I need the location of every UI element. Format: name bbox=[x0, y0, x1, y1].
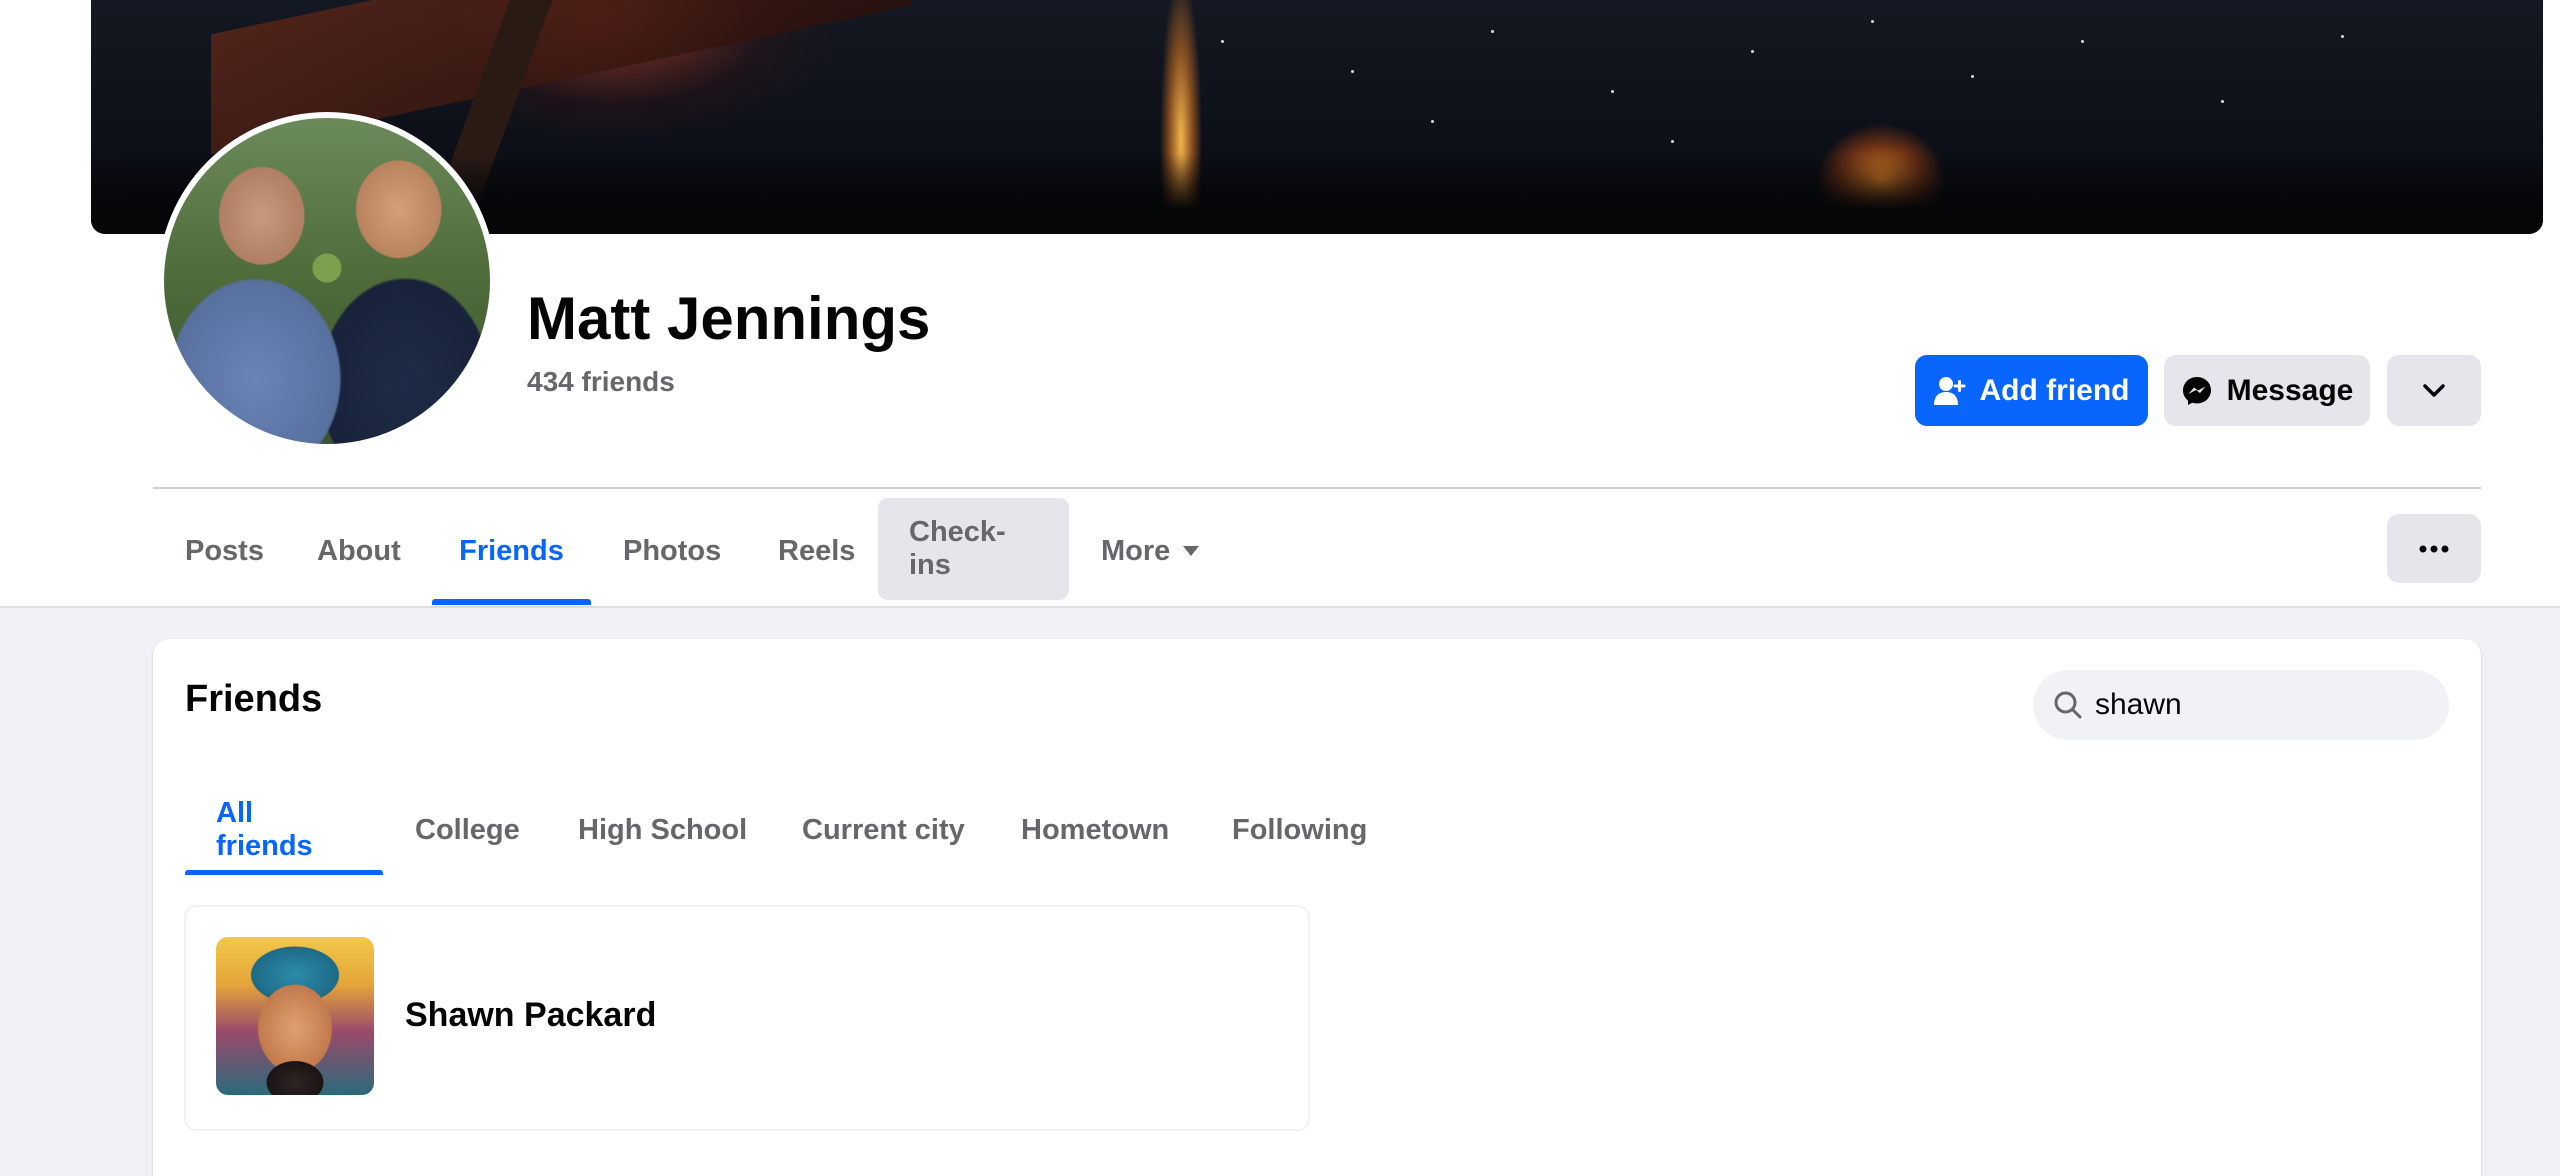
friend-avatar[interactable] bbox=[216, 937, 374, 1095]
cover-star bbox=[1971, 75, 1974, 78]
message-button[interactable]: Message bbox=[2164, 355, 2370, 426]
profile-page: Matt Jennings 434 friends Add friend Mes… bbox=[0, 0, 2560, 1176]
messenger-icon bbox=[2182, 376, 2211, 405]
cover-star bbox=[2341, 35, 2344, 38]
friends-search-box[interactable] bbox=[2033, 670, 2449, 740]
cover-star bbox=[1491, 30, 1494, 33]
tab-more[interactable]: More bbox=[1070, 500, 1231, 602]
tab-check-ins[interactable]: Check-ins bbox=[878, 498, 1069, 600]
tab-about[interactable]: About bbox=[286, 500, 432, 602]
header-divider bbox=[153, 487, 2481, 489]
cover-star bbox=[1871, 20, 1874, 23]
friend-count-link[interactable]: 434 friends bbox=[527, 366, 675, 398]
profile-dropdown-button[interactable] bbox=[2387, 355, 2481, 426]
profile-picture[interactable] bbox=[158, 112, 496, 450]
cover-star bbox=[1221, 40, 1224, 43]
tab-current-city[interactable]: Current city bbox=[771, 785, 996, 875]
tab-reels[interactable]: Reels bbox=[747, 500, 886, 602]
tab-more-label: More bbox=[1101, 534, 1171, 567]
cover-star bbox=[1351, 70, 1354, 73]
message-label: Message bbox=[2226, 373, 2354, 407]
left-gutter bbox=[0, 0, 91, 234]
friends-section-title: Friends bbox=[185, 678, 323, 720]
cover-star bbox=[1751, 50, 1754, 53]
add-friend-label: Add friend bbox=[1979, 373, 2130, 407]
tab-all-friends[interactable]: All friends bbox=[185, 785, 383, 875]
tab-college[interactable]: College bbox=[384, 785, 551, 875]
chevron-down-icon bbox=[2423, 383, 2445, 397]
cover-star bbox=[1611, 90, 1614, 93]
cover-star bbox=[1671, 140, 1674, 143]
add-friend-button[interactable]: Add friend bbox=[1915, 355, 2148, 426]
cover-star bbox=[1431, 120, 1434, 123]
ellipsis-icon bbox=[2419, 545, 2449, 552]
tab-hometown[interactable]: Hometown bbox=[990, 785, 1200, 875]
avatar bbox=[164, 118, 490, 444]
cover-star bbox=[2081, 40, 2084, 43]
person-plus-icon bbox=[1933, 376, 1965, 405]
profile-overflow-button[interactable] bbox=[2387, 514, 2481, 583]
cover-star bbox=[2221, 100, 2224, 103]
tab-posts[interactable]: Posts bbox=[154, 500, 295, 602]
tab-friends[interactable]: Friends bbox=[432, 500, 591, 605]
tab-photos[interactable]: Photos bbox=[592, 500, 752, 602]
friend-name-link[interactable]: Shawn Packard bbox=[405, 996, 656, 1035]
search-icon bbox=[2054, 691, 2082, 719]
tab-following[interactable]: Following bbox=[1201, 785, 1398, 875]
profile-name: Matt Jennings bbox=[527, 285, 931, 352]
caret-down-icon bbox=[1183, 546, 1200, 556]
friends-search-input[interactable] bbox=[2095, 688, 2415, 722]
tab-high-school[interactable]: High School bbox=[547, 785, 778, 875]
